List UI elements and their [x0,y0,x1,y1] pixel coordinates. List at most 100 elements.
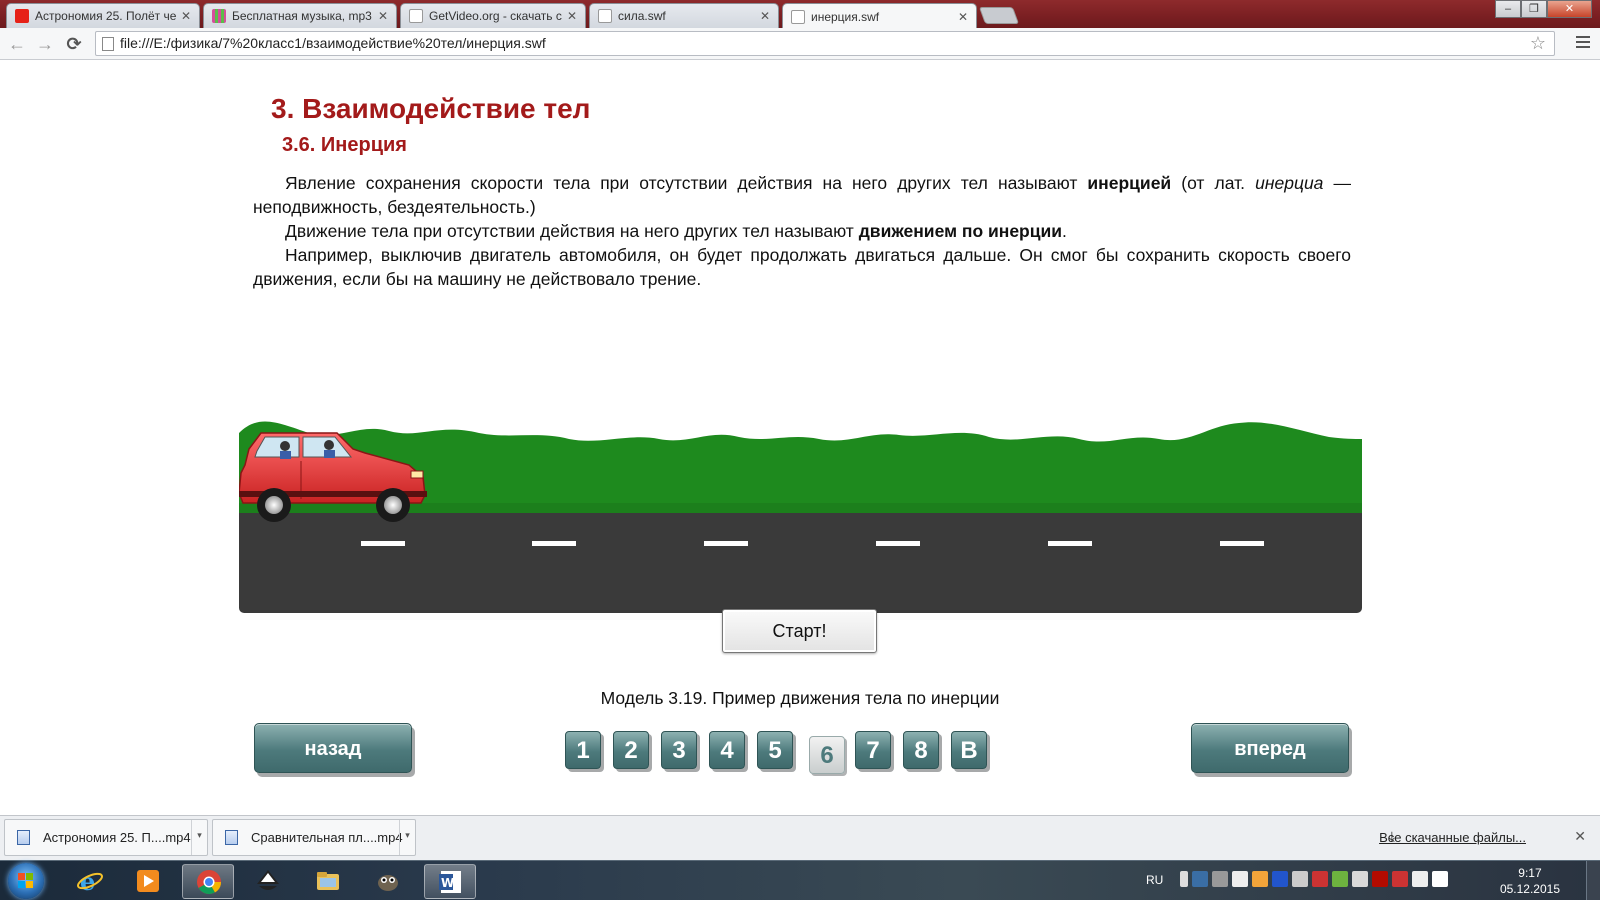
download-item-comparative[interactable]: Сравнительная пл....mp4 ▾ [212,819,416,856]
new-tab-button[interactable] [978,7,1020,24]
acrobat-icon[interactable] [1372,871,1388,887]
bookmark-star-icon[interactable]: ☆ [1530,32,1546,55]
page-icon [598,9,612,23]
tab-close-icon[interactable]: ✕ [956,10,970,24]
text: . [1062,221,1067,241]
browser-menu-icon[interactable] [1576,36,1590,50]
tab-close-icon[interactable]: ✕ [565,9,579,23]
start-button[interactable]: Старт! [722,609,877,653]
show-desktop-button[interactable] [1586,861,1600,900]
paragraph-motion-by-inertia: Движение тела при отсутствии действия на… [253,219,1351,243]
language-indicator[interactable]: RU [1146,873,1163,887]
page-button-v[interactable]: В [951,731,987,769]
close-shelf-icon[interactable]: ✕ [1574,828,1586,845]
tab-title: GetVideo.org - скачать с у [429,9,565,23]
media-player-icon[interactable] [122,864,174,899]
bold-term: инерцией [1087,173,1172,193]
tab-title: Астрономия 25. Полёт че [35,9,177,23]
address-url: file:///E:/физика/7%20класс1/взаимодейст… [120,35,546,51]
tab-music[interactable]: Бесплатная музыка, mp3 ✕ [203,3,397,28]
page-icon [102,37,114,51]
tab-getvideo[interactable]: GetVideo.org - скачать с у ✕ [400,3,586,28]
page-button-7[interactable]: 7 [855,731,891,769]
reload-icon[interactable]: ⟳ [63,33,85,55]
back-arrow-icon[interactable]: ← [6,33,28,55]
all-downloads-link[interactable]: Все скачанные файлы... [1379,830,1526,845]
back-button[interactable]: назад [254,723,412,773]
chrome-icon[interactable] [182,864,234,899]
youtube-icon [15,9,29,23]
network-icon[interactable] [1192,871,1208,887]
sound-card-icon[interactable] [1352,871,1368,887]
model-caption: Модель 3.19. Пример движения тела по ине… [600,688,1000,708]
chevron-down-icon[interactable]: ▾ [191,820,207,855]
page-button-3[interactable]: 3 [661,731,697,769]
n-app-icon[interactable] [1272,871,1288,887]
page-icon [791,9,805,24]
browser-tabstrip: Астрономия 25. Полёт че ✕ Бесплатная муз… [0,0,1600,29]
shield-icon[interactable] [1392,871,1408,887]
word-icon[interactable]: W [424,864,476,899]
road [239,513,1362,613]
warning-icon[interactable] [1312,871,1328,887]
page-button-6-current[interactable]: 6 [809,736,845,774]
browser-toolbar: ← → ⟳ file:///E:/физика/7%20класс1/взаим… [0,28,1600,60]
display-icon[interactable] [1232,871,1248,887]
tray-icons [1180,871,1448,887]
download-shelf: Астрономия 25. П....mp4 ▾ Сравнительная … [0,815,1600,860]
address-bar[interactable]: file:///E:/физика/7%20класс1/взаимодейст… [95,31,1555,56]
tab-close-icon[interactable]: ✕ [758,9,772,23]
text: Например, выключив двигатель автомобиля,… [253,245,1351,289]
page-button-8[interactable]: 8 [903,731,939,769]
tray-expand-icon[interactable] [1180,871,1188,887]
chevron-down-icon[interactable]: ▾ [399,820,415,855]
clock-time: 9:17 [1518,866,1542,880]
tab-inertia-swf[interactable]: инерция.swf ✕ [782,3,977,29]
music-site-icon [212,9,226,23]
paragraph-inertia-definition: Явление сохранения скорости тела при отс… [253,171,1351,219]
page-button-4[interactable]: 4 [709,731,745,769]
minimize-button[interactable]: – [1495,0,1521,18]
video-file-icon [17,830,30,845]
device-icon[interactable] [1292,871,1308,887]
inertia-animation [239,353,1362,613]
page-button-5[interactable]: 5 [757,731,793,769]
close-window-button[interactable]: ✕ [1547,0,1592,18]
download-item-astronomy[interactable]: Астрономия 25. П....mp4 ▾ [4,819,208,856]
system-tray: RU 9:17 05.12.2015 [1140,861,1600,900]
tab-close-icon[interactable]: ✕ [376,9,390,23]
gimp-icon[interactable] [362,864,414,899]
system-clock[interactable]: 9:17 05.12.2015 [1500,865,1560,897]
tab-close-icon[interactable]: ✕ [179,9,193,23]
text: Движение тела при отсутствии действия на… [285,221,859,241]
maximize-button[interactable]: ❐ [1521,0,1547,18]
nvidia-icon[interactable] [1332,871,1348,887]
forward-button[interactable]: вперед [1191,723,1349,773]
page-button-2[interactable]: 2 [613,731,649,769]
download-filename: Астрономия 25. П....mp4 [43,830,191,845]
tab-sila-swf[interactable]: сила.swf ✕ [589,3,779,28]
screen: Астрономия 25. Полёт че ✕ Бесплатная муз… [0,0,1600,900]
text: Явление сохранения скорости тела при отс… [285,173,1088,193]
page-title: 3. Взаимодействие тел [271,93,591,124]
tab-astronomy[interactable]: Астрономия 25. Полёт че ✕ [6,3,200,28]
folder-icon[interactable] [1252,871,1268,887]
forward-arrow-icon[interactable]: → [34,33,56,55]
start-button-windows-icon[interactable] [8,863,44,899]
video-file-icon [225,830,238,845]
svg-text:W: W [441,876,454,890]
page-button-1[interactable]: 1 [565,731,601,769]
file-explorer-icon[interactable] [302,864,354,899]
internet-explorer-icon[interactable]: e [64,864,116,899]
paragraph-example: Например, выключив двигатель автомобиля,… [253,243,1351,291]
text: (от лат. [1171,173,1256,193]
italic-term: инерциа [1255,173,1324,193]
tab-title: сила.swf [618,9,666,23]
tool-icon[interactable] [1212,871,1228,887]
inkscape-icon[interactable] [242,864,294,899]
bold-term: движением по инерции [858,221,1063,241]
action-center-icon[interactable] [1432,871,1448,887]
windows-taskbar: e W RU 9:17 05.12.2015 [0,860,1600,900]
page-content: 3. Взаимодействие тел 3.6. Инерция Явлен… [0,61,1600,815]
volume-icon[interactable] [1412,871,1428,887]
